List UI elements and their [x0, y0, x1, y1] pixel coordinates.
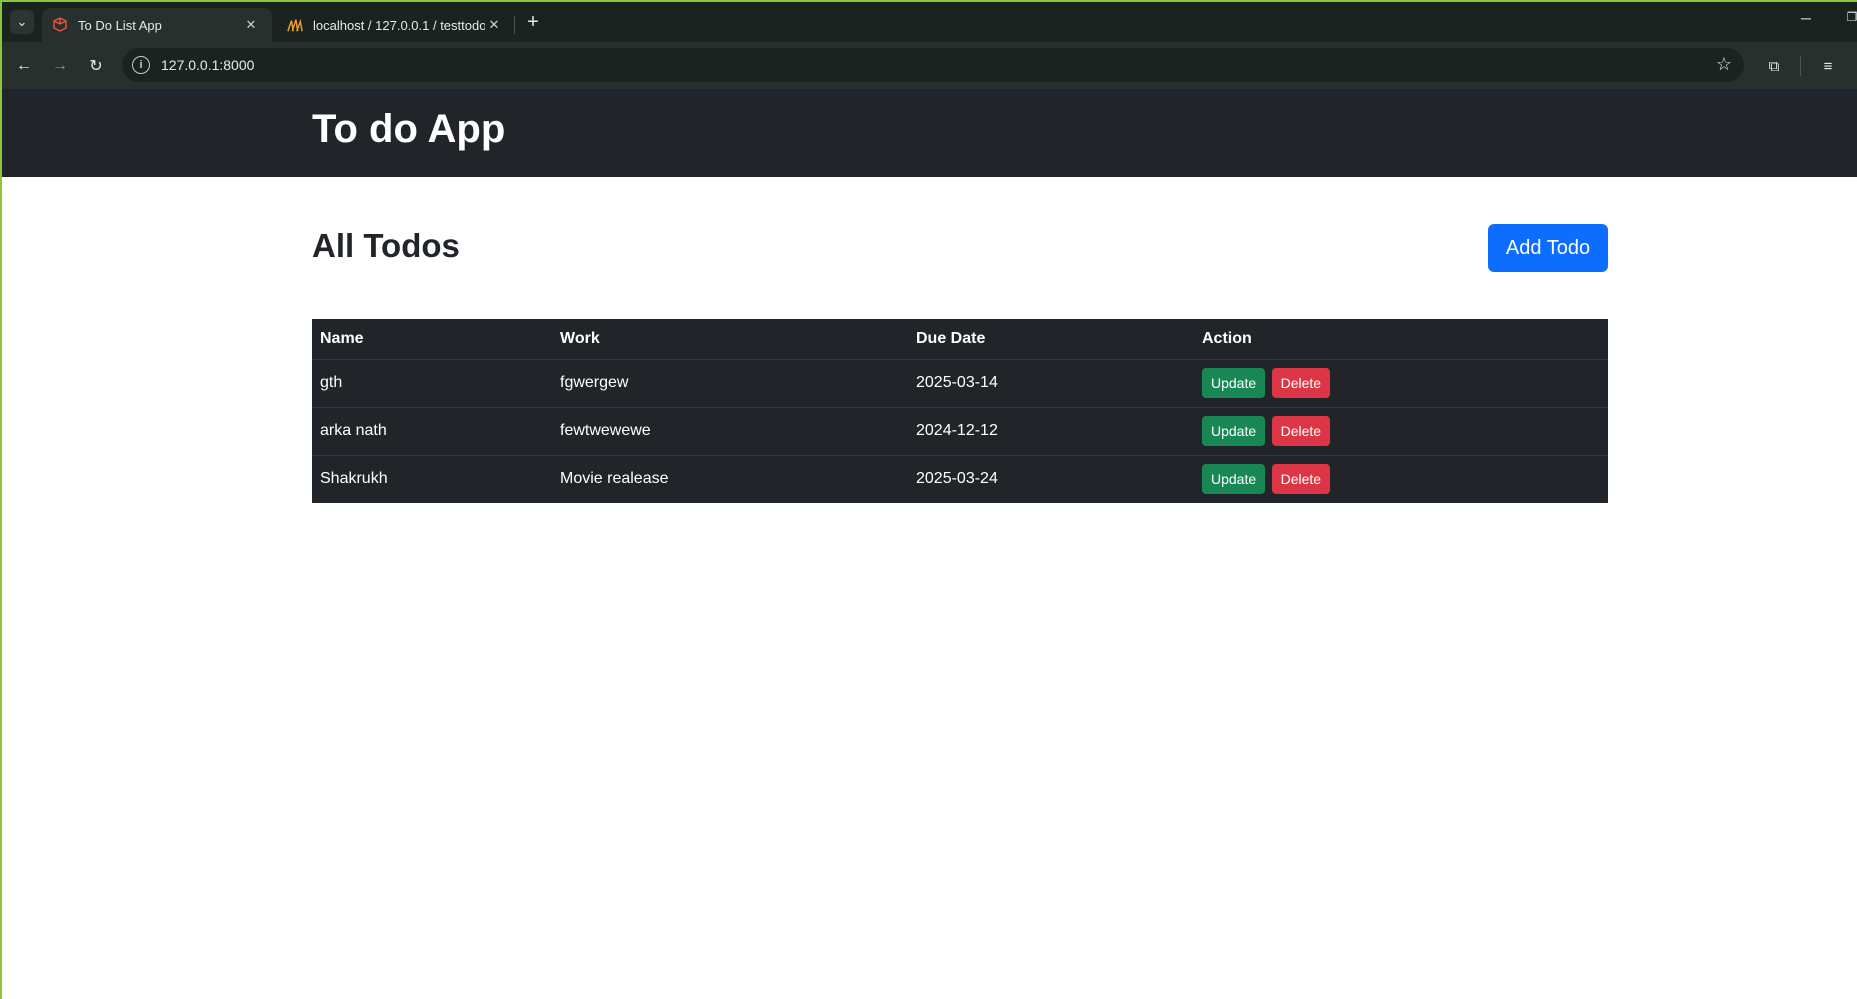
cell-work: fgwergew — [552, 359, 908, 408]
cell-name: Shakrukh — [320, 470, 388, 488]
restore-button[interactable]: ❐ — [1842, 10, 1857, 24]
browser-window: ⌄ To Do List App ✕ localhost / 127.0.0.1… — [0, 0, 1857, 999]
cell-actions: Update Delete — [1194, 359, 1608, 408]
arrow-right-icon: → — [52, 57, 68, 74]
cell-work: fewtwewewe — [552, 407, 908, 456]
column-header-name: Name — [312, 319, 552, 360]
new-tab-button[interactable]: + — [522, 11, 544, 33]
extensions-button[interactable]: ⧉ — [1762, 54, 1786, 78]
todos-table: Name Work Due Date Action gth fgwergew 2… — [312, 319, 1608, 503]
page-content: To do App All Todos Add Todo Name Work D… — [2, 89, 1857, 999]
tab-bar: ⌄ To Do List App ✕ localhost / 127.0.0.1… — [2, 2, 1857, 42]
chevron-down-icon: ⌄ — [16, 14, 28, 29]
playlist-icon: ≡ — [1823, 57, 1833, 75]
delete-button[interactable]: Delete — [1271, 416, 1331, 446]
column-header-work: Work — [552, 319, 908, 360]
back-button[interactable]: ← — [12, 54, 36, 78]
navbar: To do App — [2, 89, 1857, 177]
url-text: 127.0.0.1:8000 — [161, 57, 255, 73]
update-button[interactable]: Update — [1202, 368, 1266, 398]
cell-due-date: 2025-03-24 — [916, 470, 998, 488]
cell-actions: Update Delete — [1194, 407, 1608, 456]
restore-icon: ❐ — [1846, 10, 1857, 24]
table-row: arka nath fewtwewewe 2024-12-12 Update D… — [312, 407, 1608, 456]
plus-icon: + — [527, 11, 539, 33]
column-header-due-date: Due Date — [908, 319, 1194, 360]
forward-button[interactable]: → — [48, 54, 72, 78]
update-button[interactable]: Update — [1202, 416, 1266, 446]
tab-phpmyadmin[interactable]: localhost / 127.0.0.1 / testtodos ✕ — [277, 8, 515, 42]
cell-name: gth — [312, 359, 552, 408]
close-icon[interactable]: ✕ — [242, 16, 260, 34]
cell-actions: Update Delete — [1194, 455, 1608, 503]
media-controls-button[interactable]: ≡ — [1816, 54, 1840, 78]
site-info-icon[interactable]: i — [132, 56, 150, 74]
add-todo-button[interactable]: Add Todo — [1488, 224, 1608, 272]
bookmark-star-icon[interactable]: ☆ — [1716, 54, 1732, 75]
delete-button[interactable]: Delete — [1271, 464, 1331, 495]
table-row: Shakrukh Movie realease 2025-03-24 Updat… — [312, 455, 1608, 503]
cell-due-date: 2025-03-14 — [908, 359, 1194, 408]
navbar-brand[interactable]: To do App — [312, 107, 505, 152]
close-icon[interactable]: ✕ — [485, 16, 503, 34]
arrow-left-icon: ← — [16, 57, 32, 74]
update-button[interactable]: Update — [1202, 464, 1266, 495]
reload-button[interactable]: ↻ — [84, 54, 108, 78]
tab-title: To Do List App — [78, 17, 162, 33]
page-title: All Todos — [312, 227, 460, 264]
tab-search-button[interactable]: ⌄ — [10, 10, 34, 34]
puzzle-icon: ⧉ — [1768, 57, 1780, 75]
address-bar[interactable]: i 127.0.0.1:8000 ☆ — [122, 48, 1744, 82]
cell-due-date: 2024-12-12 — [908, 407, 1194, 456]
tab-separator — [514, 16, 515, 34]
toolbar-separator — [1800, 56, 1801, 76]
cell-name: arka nath — [312, 407, 552, 456]
column-header-action: Action — [1194, 319, 1608, 360]
table-row: gth fgwergew 2025-03-14 Update Delete — [312, 359, 1608, 408]
delete-button[interactable]: Delete — [1271, 368, 1331, 398]
table-header-row: Name Work Due Date Action — [312, 319, 1608, 360]
tab-todo-app[interactable]: To Do List App ✕ — [42, 8, 272, 42]
minimize-button[interactable]: ─ — [1796, 10, 1816, 26]
laravel-icon — [52, 17, 68, 33]
minimize-icon: ─ — [1801, 10, 1811, 26]
reload-icon: ↻ — [89, 58, 103, 75]
phpmyadmin-icon — [287, 17, 303, 33]
cell-work: Movie realease — [560, 470, 669, 488]
browser-toolbar: ← → ↻ i 127.0.0.1:8000 ☆ ⧉ ≡ — [2, 42, 1857, 89]
tab-title: localhost / 127.0.0.1 / testtodos — [313, 17, 485, 33]
